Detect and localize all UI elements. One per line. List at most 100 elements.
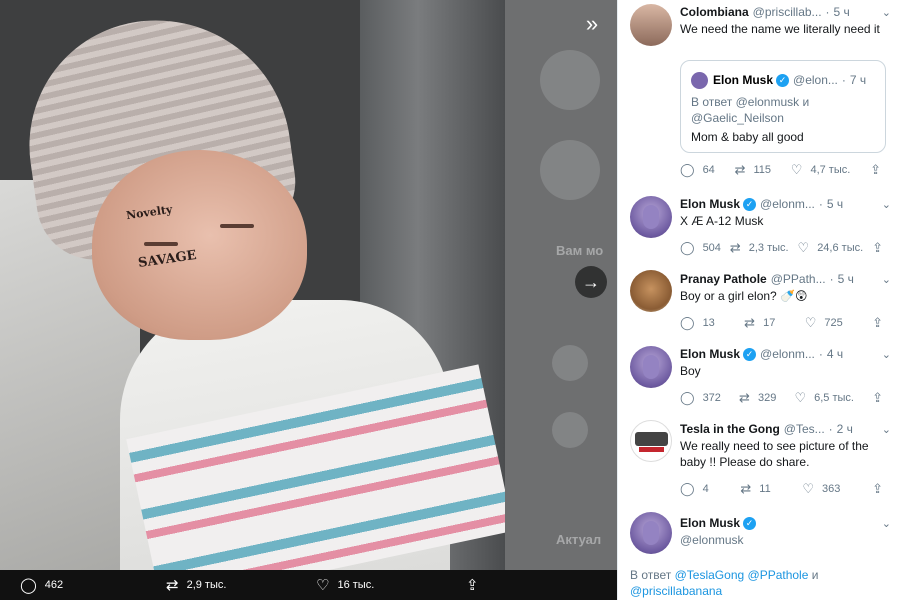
display-name[interactable]: Pranay Pathole <box>680 272 767 286</box>
retweet-button[interactable]: ⇄ 2,3 тыс. <box>730 240 789 256</box>
reply-button[interactable]: ◯ 64 <box>680 162 715 178</box>
heart-icon: ♡ <box>804 315 817 330</box>
reply-icon: ◯ <box>680 315 695 330</box>
separator: · <box>825 5 830 19</box>
reply-count: 13 <box>702 317 715 329</box>
separator: · <box>841 73 846 87</box>
media-reply-button[interactable]: ◯ 462 <box>20 576 63 594</box>
like-count: 6,5 тыс. <box>814 392 854 404</box>
chevron-down-icon[interactable]: ⌄ <box>882 517 891 530</box>
backdrop-avatar <box>540 50 600 110</box>
reply-button[interactable]: ◯ 13 <box>680 315 715 331</box>
reply-button[interactable]: ◯ 504 <box>680 240 721 256</box>
tweet[interactable]: Colombiana @priscillab... · 5 ч ⌄ We nee… <box>618 0 900 193</box>
like-button[interactable]: ♡ 4,7 тыс. <box>791 162 851 178</box>
avatar[interactable] <box>630 270 672 312</box>
reply-mention[interactable]: @TeslaGong <box>675 568 745 582</box>
like-button[interactable]: ♡ 363 <box>802 481 840 497</box>
retweet-icon: ⇄ <box>739 390 750 405</box>
media-share-button[interactable]: ⇪ <box>466 576 487 594</box>
tweet-header: Elon Musk ✓ <box>680 514 891 532</box>
user-handle[interactable]: @Tes... <box>784 422 825 436</box>
reply-mention[interactable]: @PPathole <box>748 568 809 582</box>
quoted-tweet[interactable]: Elon Musk ✓ @elon... · 7 ч В ответ @elon… <box>680 60 886 153</box>
display-name[interactable]: Tesla in the Gong <box>680 422 780 436</box>
retweet-button[interactable]: ⇄ 17 <box>744 315 775 331</box>
tweet[interactable]: Elon Musk ✓ @elonm... · 5 ч ⌄ X Æ A-12 M… <box>618 193 900 263</box>
avatar[interactable] <box>630 512 672 554</box>
reply-button[interactable]: ◯ 372 <box>680 390 721 406</box>
user-handle[interactable]: @elonmusk <box>680 532 891 548</box>
share-button[interactable]: ⇪ <box>872 481 891 497</box>
reply-and: и <box>811 568 819 582</box>
user-handle[interactable]: @PPath... <box>771 272 826 286</box>
display-name[interactable]: Elon Musk <box>680 516 740 530</box>
tweet[interactable]: Elon Musk ✓ @elonm... · 4 ч ⌄ Boy ◯ 372 ⇄… <box>618 343 900 415</box>
avatar[interactable] <box>630 346 672 388</box>
avatar[interactable] <box>630 196 672 238</box>
timestamp[interactable]: 5 ч <box>827 197 843 211</box>
like-count: 725 <box>824 317 843 329</box>
retweet-button[interactable]: ⇄ 329 <box>739 390 776 406</box>
share-button[interactable]: ⇪ <box>872 240 891 256</box>
timestamp[interactable]: 2 ч <box>837 422 853 436</box>
user-handle[interactable]: @elonm... <box>760 347 815 361</box>
timestamp[interactable]: 4 ч <box>827 347 843 361</box>
reply-count: 4 <box>702 483 709 495</box>
collapse-icon[interactable]: » <box>577 9 607 39</box>
tweet-text: Boy or a girl elon? 🍼😲 <box>680 289 808 303</box>
media-viewer: Вам мо Актуал Novelty SAVAGE » → ◯ 462 ⇄… <box>0 0 617 600</box>
heart-icon: ♡ <box>794 390 807 405</box>
chevron-down-icon[interactable]: ⌄ <box>882 348 891 361</box>
like-button[interactable]: ♡ 725 <box>805 315 843 331</box>
user-handle[interactable]: @elonm... <box>760 197 815 211</box>
timestamp[interactable]: 5 ч <box>838 272 854 286</box>
retweet-button[interactable]: ⇄ 115 <box>735 162 771 178</box>
share-button[interactable]: ⇪ <box>870 162 889 178</box>
timeline-backdrop: Вам мо Актуал <box>500 0 617 600</box>
tweet[interactable]: Tesla in the Gong @Tes... · 2 ч ⌄ We rea… <box>618 418 900 508</box>
tweet[interactable]: Pranay Pathole @PPath... · 5 ч ⌄ Boy or … <box>618 268 900 340</box>
retweet-button[interactable]: ⇄ 11 <box>740 481 770 497</box>
tweet-header: Colombiana @priscillab... · 5 ч <box>680 3 891 21</box>
like-count: 363 <box>822 483 841 495</box>
verified-badge-icon: ✓ <box>743 516 757 530</box>
reply-count: 64 <box>702 164 715 176</box>
media-reply-count: 462 <box>44 579 64 591</box>
like-button[interactable]: ♡ 6,5 тыс. <box>794 390 854 406</box>
reply-icon: ◯ <box>680 390 695 405</box>
display-name[interactable]: Colombiana <box>680 5 749 19</box>
display-name[interactable]: Elon Musk <box>680 197 740 211</box>
reply-button[interactable]: ◯ 4 <box>680 481 709 497</box>
share-button[interactable]: ⇪ <box>872 390 891 406</box>
chevron-down-icon[interactable]: ⌄ <box>882 6 891 19</box>
tweet-actions: ◯ 504 ⇄ 2,3 тыс. ♡ 24,6 тыс. ⇪ <box>680 238 891 258</box>
quoted-handle: @elon... <box>793 73 838 87</box>
chevron-down-icon[interactable]: ⌄ <box>882 273 891 286</box>
chevron-down-icon[interactable]: ⌄ <box>882 198 891 211</box>
chevron-down-icon[interactable]: ⌄ <box>882 423 891 436</box>
timestamp[interactable]: 5 ч <box>834 5 850 19</box>
quoted-header: Elon Musk ✓ @elon... · 7 ч <box>713 73 877 87</box>
share-icon: ⇪ <box>870 162 881 177</box>
media-like-count: 16 тыс. <box>337 579 375 591</box>
user-handle[interactable]: @priscillab... <box>753 5 822 19</box>
quoted-display-name: Elon Musk <box>713 73 774 87</box>
next-image-arrow-icon[interactable]: → <box>575 266 607 298</box>
media-retweet-button[interactable]: ⇄ 2,9 тыс. <box>166 576 226 594</box>
reply-count: 504 <box>702 242 721 254</box>
media-like-button[interactable]: ♡ 16 тыс. <box>316 576 374 594</box>
share-button[interactable]: ⇪ <box>872 315 891 331</box>
tweet-header: Elon Musk ✓ @elonm... · 4 ч <box>680 345 891 363</box>
separator: · <box>829 272 834 286</box>
reply-mention[interactable]: @priscillabanana <box>630 584 722 598</box>
tweet-header: Tesla in the Gong @Tes... · 2 ч <box>680 420 891 438</box>
avatar[interactable] <box>630 4 672 46</box>
baby-photo: Novelty SAVAGE <box>0 0 505 570</box>
reply-icon: ◯ <box>20 577 37 594</box>
avatar[interactable] <box>630 420 672 462</box>
retweet-icon: ⇄ <box>166 577 179 594</box>
like-button[interactable]: ♡ 24,6 тыс. <box>798 240 864 256</box>
focused-tweet[interactable]: Elon Musk ✓ ⌄ @elonmusk В ответ @TeslaGo… <box>618 510 900 600</box>
display-name[interactable]: Elon Musk <box>680 347 740 361</box>
